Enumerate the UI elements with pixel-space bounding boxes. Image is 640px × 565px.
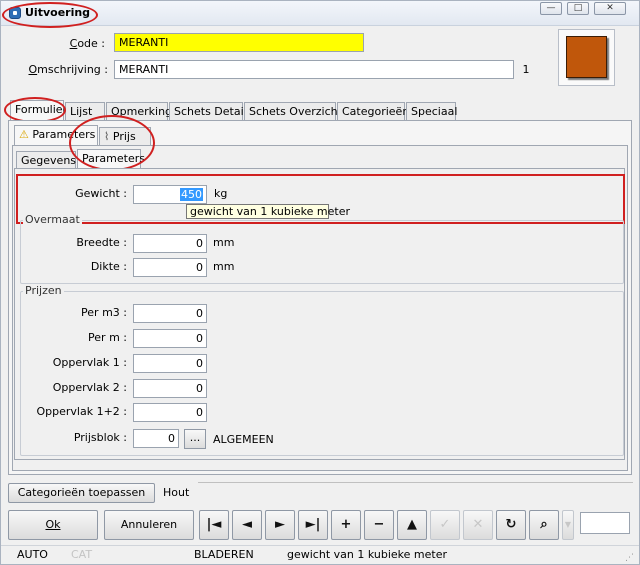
per-m3-field[interactable]: 0	[133, 304, 207, 323]
annuleren-button[interactable]: Annuleren	[104, 510, 194, 540]
minimize-button[interactable]: —	[540, 2, 562, 15]
close-button[interactable]: ✕	[594, 2, 626, 15]
color-swatch-frame[interactable]	[558, 29, 615, 86]
overmaat-group	[20, 220, 624, 284]
warning-icon: ⚠	[19, 128, 29, 141]
prijsblok-name: ALGEMEEN	[213, 433, 274, 446]
add-record-button[interactable]: +	[331, 510, 361, 540]
code-label: Code :	[69, 37, 105, 50]
dikte-field[interactable]: 0	[133, 258, 207, 277]
breedte-unit: mm	[213, 236, 235, 249]
uitvoering-window: Uitvoering — □ ✕ Code : MERANTI Omschrij…	[0, 0, 640, 565]
resize-grip-icon[interactable]: ⋰	[625, 553, 634, 563]
hout-label: Hout	[163, 486, 190, 499]
annotation-box	[16, 174, 625, 224]
oppervlak-2-field[interactable]: 0	[133, 379, 207, 398]
cancel-record-button[interactable]: ✕	[463, 510, 493, 540]
status-state: BLADEREN	[194, 548, 254, 561]
prijsblok-browse-button[interactable]: ...	[184, 429, 206, 449]
dikte-unit: mm	[213, 260, 235, 273]
breedte-field[interactable]: 0	[133, 234, 207, 253]
next-record-button[interactable]: ►	[265, 510, 295, 540]
tab-categorieen[interactable]: Categorieën	[337, 102, 409, 120]
first-record-button[interactable]: |◄	[199, 510, 229, 540]
omschrijving-field[interactable]: MERANTI	[114, 60, 514, 79]
divider	[198, 482, 633, 483]
annotation-circle	[69, 115, 155, 171]
post-record-button[interactable]: ✓	[430, 510, 460, 540]
breedte-label: Breedte :	[76, 236, 127, 249]
per-m-field[interactable]: 0	[133, 329, 207, 348]
status-mode: AUTO	[17, 548, 48, 561]
status-hint: gewicht van 1 kubieke meter	[287, 548, 447, 561]
refresh-button[interactable]: ↻	[496, 510, 526, 540]
ok-button[interactable]: Ok	[8, 510, 98, 540]
oppervlak-2-label: Oppervlak 2 :	[52, 381, 127, 394]
oppervlak-1-label: Oppervlak 1 :	[52, 356, 127, 369]
status-cat: CAT	[71, 548, 93, 561]
tab-speciaal[interactable]: Speciaal	[406, 102, 457, 120]
edit-record-button[interactable]: ▲	[397, 510, 427, 540]
per-m-label: Per m :	[88, 331, 127, 344]
find-dropdown-button[interactable]: ▼	[562, 510, 574, 540]
chevron-down-icon: ▼	[564, 520, 572, 529]
code-field[interactable]: MERANTI	[114, 33, 364, 52]
last-record-button[interactable]: ►|	[298, 510, 328, 540]
maximize-button[interactable]: □	[567, 2, 589, 15]
record-counter: 1	[517, 61, 535, 80]
tab-schets-overzicht[interactable]: Schets Overzicht	[244, 102, 342, 120]
color-swatch	[566, 36, 607, 78]
prijzen-title: Prijzen	[23, 284, 64, 297]
prijsblok-field[interactable]: 0	[133, 429, 179, 448]
overmaat-title: Overmaat	[23, 213, 82, 226]
tab-gegevens[interactable]: Gegevens	[16, 151, 76, 169]
statusbar-divider	[1, 545, 639, 546]
omschrijving-label: Omschrijving :	[28, 63, 109, 76]
oppervlak-1-field[interactable]: 0	[133, 354, 207, 373]
categorieen-toepassen-button[interactable]: Categorieën toepassen	[8, 483, 155, 503]
per-m3-label: Per m3 :	[81, 306, 127, 319]
prijsblok-label: Prijsblok :	[73, 431, 127, 444]
oppervlak-1-2-field[interactable]: 0	[133, 403, 207, 422]
tab-schets-detail[interactable]: Schets Detail	[169, 102, 247, 120]
oppervlak-1-2-label: Oppervlak 1+2 :	[36, 405, 127, 418]
previous-record-button[interactable]: ◄	[232, 510, 262, 540]
annotation-circle	[2, 2, 98, 28]
dikte-label: Dikte :	[90, 260, 127, 273]
find-button[interactable]: ⌕	[529, 510, 559, 540]
delete-record-button[interactable]: −	[364, 510, 394, 540]
search-field[interactable]	[580, 512, 630, 534]
